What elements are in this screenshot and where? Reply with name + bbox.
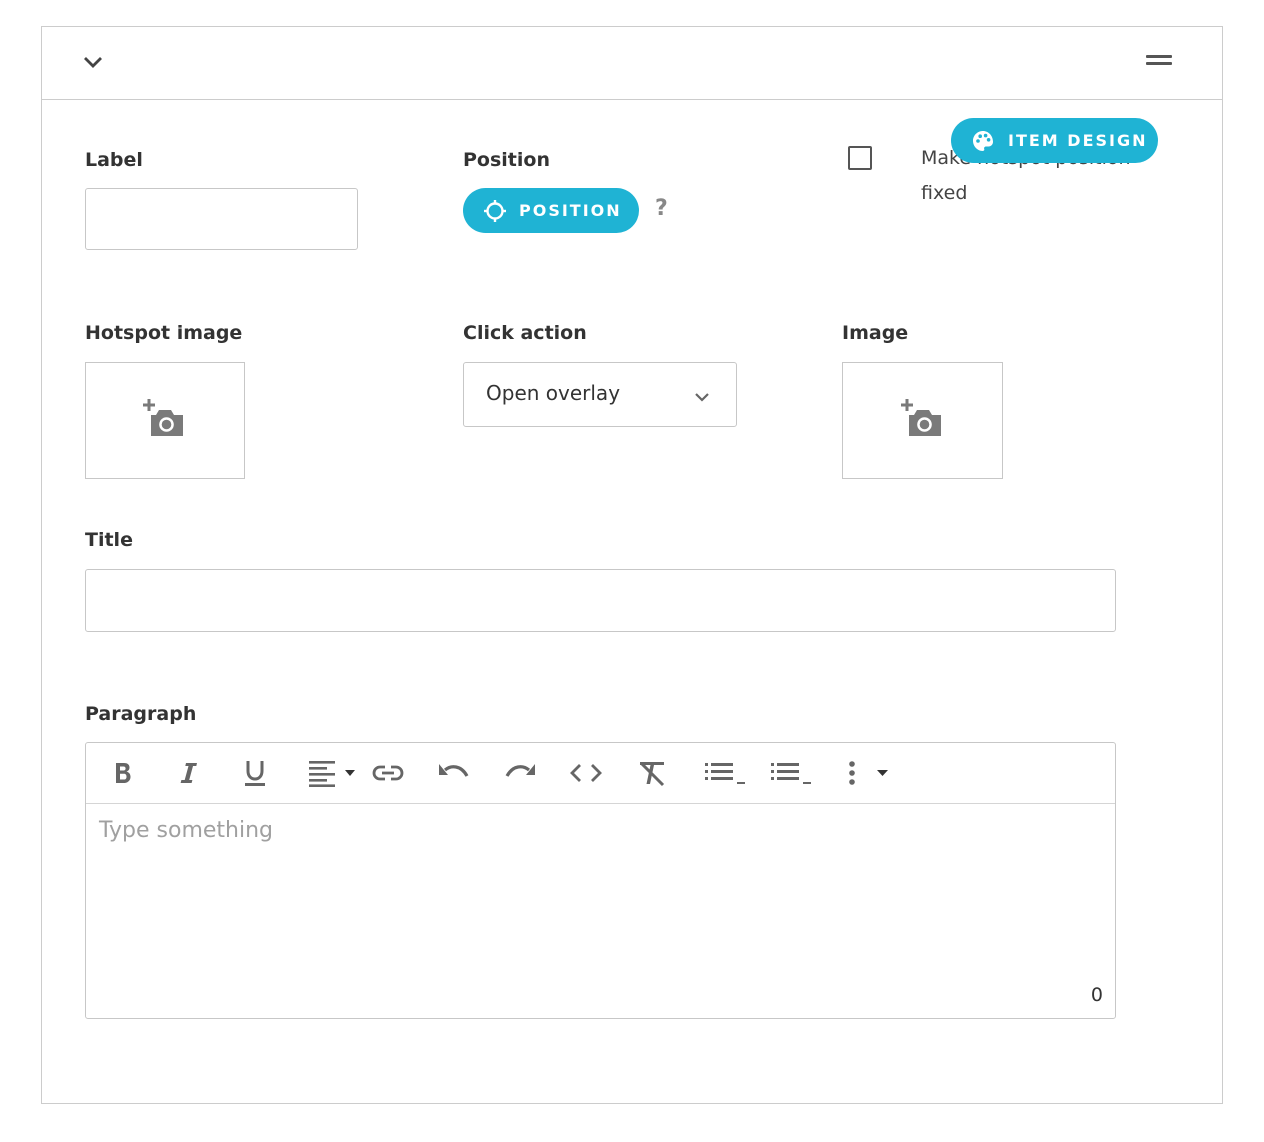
underline-icon[interactable] — [242, 757, 268, 789]
title-input[interactable] — [85, 569, 1116, 632]
code-icon[interactable] — [568, 757, 604, 789]
link-icon[interactable] — [370, 757, 406, 789]
title-field-label: Title — [85, 529, 133, 551]
position-field-label: Position — [463, 149, 550, 171]
image-field-label: Image — [842, 322, 909, 344]
hotspot-image-label: Hotspot image — [85, 322, 243, 344]
item-design-label: ITEM DESIGN — [1008, 131, 1148, 150]
more-options-icon[interactable] — [842, 757, 892, 789]
label-input[interactable] — [85, 188, 358, 250]
item-design-button[interactable]: ITEM DESIGN — [951, 118, 1158, 163]
hotspot-image-upload[interactable] — [85, 362, 245, 479]
click-action-value: Open overlay — [486, 381, 621, 405]
italic-icon[interactable] — [176, 757, 202, 789]
bold-icon[interactable] — [110, 757, 136, 789]
image-upload[interactable] — [842, 362, 1003, 479]
add-photo-icon — [900, 398, 945, 443]
undo-icon[interactable] — [436, 757, 472, 789]
numbered-list-icon[interactable] — [768, 757, 816, 789]
crosshair-icon — [483, 199, 507, 223]
clear-format-icon[interactable] — [634, 757, 670, 789]
redo-icon[interactable] — [502, 757, 538, 789]
panel-header — [42, 27, 1222, 100]
drag-handle-icon[interactable] — [1146, 55, 1172, 67]
character-count: 0 — [1090, 984, 1103, 1006]
label-field-label: Label — [85, 149, 143, 171]
click-action-label: Click action — [463, 322, 587, 344]
add-photo-icon — [143, 398, 187, 443]
paragraph-field-label: Paragraph — [85, 703, 197, 725]
click-action-select[interactable]: Open overlay — [463, 362, 737, 427]
chevron-down-icon — [694, 387, 710, 406]
editor-toolbar — [86, 743, 1115, 804]
position-help-icon[interactable]: ? — [655, 196, 668, 221]
align-left-icon[interactable] — [306, 757, 360, 789]
position-button-label: POSITION — [519, 201, 622, 220]
position-button[interactable]: POSITION — [463, 188, 639, 233]
palette-icon — [972, 130, 994, 152]
chevron-down-icon[interactable] — [80, 49, 106, 75]
fixed-position-checkbox[interactable] — [848, 146, 872, 170]
paragraph-text-area[interactable]: Type something 0 — [86, 804, 1115, 1018]
bulleted-list-icon[interactable] — [702, 757, 750, 789]
paragraph-editor: Type something 0 — [85, 742, 1116, 1019]
paragraph-placeholder: Type something — [99, 818, 274, 843]
